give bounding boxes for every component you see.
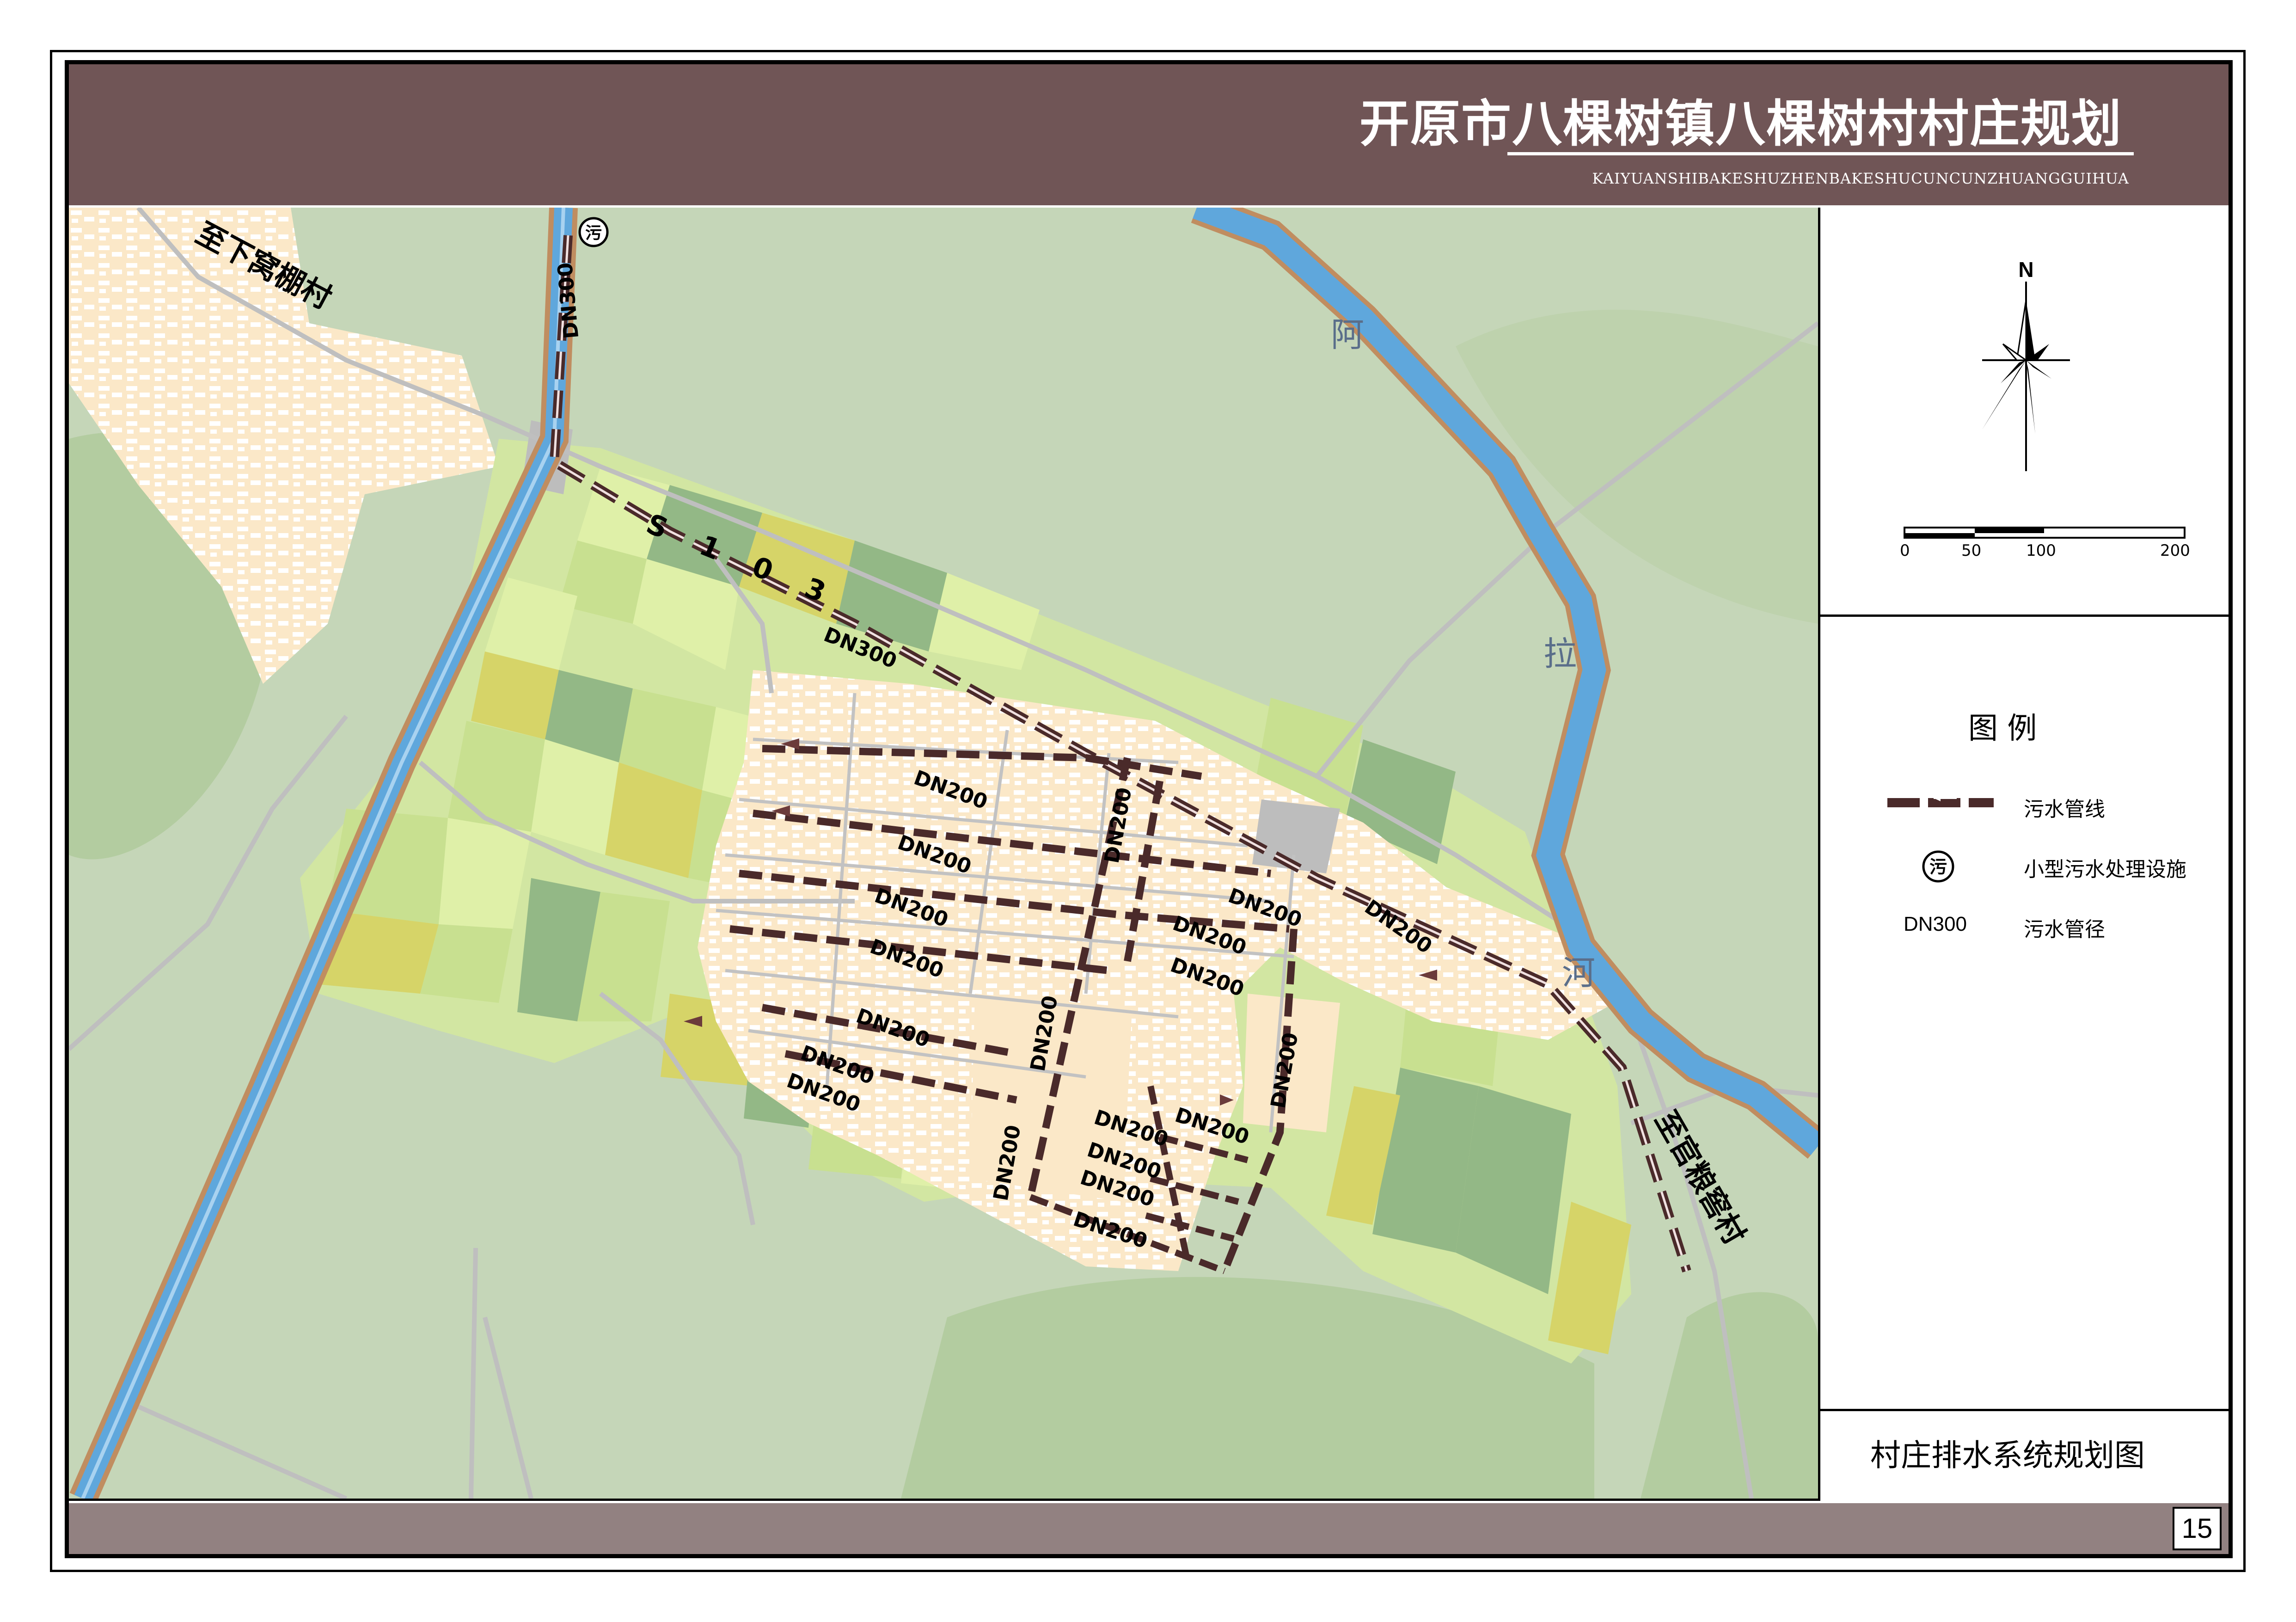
header-band: 开原市八棵树镇八棵树村村庄规划 KAIYUANSHIBAKESHUZHENBAK… <box>69 64 2229 205</box>
legend-label: 污水管径 <box>2024 918 2105 941</box>
pipe-diameter-icon: DN300 <box>1904 913 1967 935</box>
river-label-char: 河 <box>1562 953 1595 992</box>
treatment-facility-icon: 污 <box>1922 850 1954 883</box>
legend-title: 图 例 <box>1968 712 2037 746</box>
scale-label: 50 <box>1961 541 1982 560</box>
legend-label: 污水管线 <box>2024 798 2105 821</box>
page-number-box: 15 <box>2173 1507 2222 1550</box>
facility-symbol: 污 <box>585 224 602 243</box>
river-label-char: 拉 <box>1543 634 1577 673</box>
legend-facility-symbol: 污 <box>1929 857 1947 877</box>
scale-bar <box>1904 527 2186 539</box>
footer-band <box>69 1503 2229 1554</box>
sewage-pipe-line-icon <box>1887 795 1994 807</box>
river-label-char: 阿 <box>1331 315 1364 354</box>
north-arrow-icon: N <box>1982 258 2070 471</box>
page-title: 开原市八棵树镇八棵树村村庄规划 <box>1359 95 2122 153</box>
map-area: 污 至下窝棚村 至官粮窖村 S 1 0 3 阿 拉 河 DN300 DN300 … <box>69 208 1820 1501</box>
panel-divider <box>1820 614 2229 617</box>
panel-divider <box>1820 1409 2229 1411</box>
page-number: 15 <box>2181 1513 2213 1544</box>
title-underline <box>1507 152 2134 155</box>
treatment-facility-icon: 污 <box>578 217 609 247</box>
page-subtitle: KAIYUANSHIBAKESHUZHENBAKESHUCUNCUNZHUANG… <box>1592 170 2129 187</box>
legend-label: 小型污水处理设施 <box>2024 858 2186 881</box>
scale-label: 100 <box>2026 541 2056 560</box>
scale-label: 200 <box>2160 541 2190 560</box>
map-canvas: 污 至下窝棚村 至官粮窖村 S 1 0 3 阿 拉 河 DN300 DN300 … <box>69 208 1818 1499</box>
drawing-title: 村庄排水系统规划图 <box>1870 1438 2145 1473</box>
scale-label: 0 <box>1900 541 1910 560</box>
north-label: N <box>2018 258 2033 282</box>
side-panel: N 0 50 100 200 图 例 污水管线 污 小型污水处理设施 DN300… <box>1820 208 2229 1499</box>
